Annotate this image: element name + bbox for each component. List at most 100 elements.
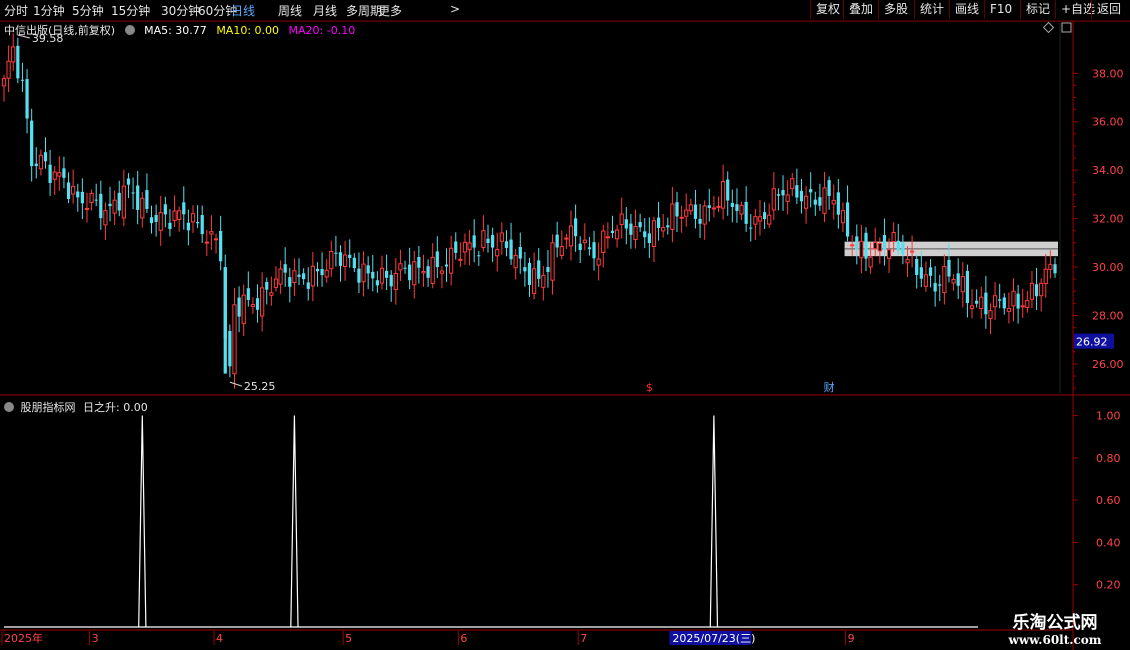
toolbar-button-6[interactable]: 标记 [1020, 0, 1055, 19]
candle-up [564, 237, 569, 240]
event-marker-0: $ [646, 381, 653, 394]
candle-down [182, 202, 186, 215]
candle-down [928, 267, 933, 276]
period-tab-3[interactable]: 15分钟 [111, 2, 150, 19]
candle-up [398, 263, 403, 271]
time-label-0: 2025年 [4, 631, 43, 645]
candle-down [592, 242, 596, 259]
candle-down [16, 45, 20, 79]
candle-down [320, 269, 324, 276]
candle-down [297, 274, 301, 277]
ma20-value: MA20: -0.10 [288, 24, 356, 37]
candle-down [573, 218, 578, 237]
indicator-settings-icon[interactable] [4, 402, 14, 412]
candle-down [195, 222, 200, 224]
toolbar-button-2[interactable]: 多股 [878, 0, 913, 19]
candle-up [822, 187, 827, 214]
candle-up [1, 78, 7, 87]
toolbar-button-5[interactable]: F10 [984, 0, 1017, 19]
watermark-url: www.60lt.com [1008, 633, 1102, 647]
candle-up [361, 263, 366, 283]
candle-down [698, 218, 702, 224]
candle-down [762, 212, 767, 220]
candle-up [241, 294, 246, 325]
candle-up [89, 192, 94, 203]
price-tick-label: 28.00 [1092, 309, 1124, 322]
candle-down [610, 230, 615, 234]
candle-up [582, 239, 587, 244]
kline-chart[interactable]: 38.00 36.00 34.00 32.00 30.00 28.00 26.00 26.92… [0, 0, 1130, 650]
period-tab-10[interactable]: 更多 [378, 2, 402, 19]
candle-up [1039, 282, 1044, 297]
candle-up [458, 258, 463, 261]
chevron-right-icon[interactable]: > [450, 2, 460, 16]
candle-down [246, 288, 250, 300]
candle-up [421, 271, 426, 274]
candle-down [647, 233, 651, 244]
candle-down [154, 214, 158, 222]
period-tab-1[interactable]: 1分钟 [33, 2, 65, 19]
toolbar-button-3[interactable]: 统计 [914, 0, 949, 19]
price-tick-label: 32.00 [1092, 213, 1124, 226]
candle-up [840, 210, 846, 224]
candle-up [158, 212, 163, 231]
candle-up [1025, 300, 1030, 308]
candle-down [366, 265, 370, 274]
candle-up [11, 46, 16, 63]
candle-down [131, 192, 135, 194]
period-tab-4[interactable]: 30分钟 [161, 2, 200, 19]
candle-down [984, 292, 988, 315]
candle-down [149, 217, 154, 224]
candle-down [315, 268, 320, 272]
period-tab-7[interactable]: 周线 [278, 2, 302, 19]
period-tab-6[interactable]: 日线 [231, 2, 255, 19]
candle-down [1034, 284, 1039, 297]
candle-up [767, 214, 772, 225]
candle-down [491, 234, 495, 248]
toolbar-button-0[interactable]: 复权 [810, 0, 845, 19]
signal-spike-2 [709, 415, 719, 628]
toolbar-button-8[interactable]: 返回 [1091, 0, 1126, 19]
candle-up [905, 259, 910, 264]
toolbar-button-1[interactable]: 叠加 [843, 0, 878, 19]
candle-up [969, 305, 975, 309]
candle-up [716, 205, 721, 208]
toolbar-button-4[interactable]: 画线 [949, 0, 984, 19]
time-label-7: 9 [848, 632, 855, 645]
candle-down [435, 251, 439, 268]
candle-up [633, 225, 638, 240]
indicator-tick-label: 0.80 [1096, 452, 1121, 465]
candle-down [656, 217, 661, 229]
period-tab-2[interactable]: 5分钟 [72, 2, 104, 19]
time-label-3: 5 [345, 632, 352, 645]
candle-down [334, 252, 338, 254]
candle-down [20, 79, 25, 81]
candle-up [329, 250, 334, 270]
candle-down [237, 297, 241, 317]
period-tab-0[interactable]: 分时 [4, 2, 28, 19]
candle-up [873, 241, 878, 250]
settings-circle-icon[interactable] [124, 25, 135, 35]
candle-down [168, 222, 172, 229]
price-tick-label: 30.00 [1092, 261, 1124, 274]
candle-down [975, 300, 979, 304]
candle-up [232, 304, 237, 375]
period-tab-9[interactable]: 多周期 [346, 2, 382, 19]
candle-down [693, 204, 698, 219]
candle-down [403, 267, 407, 269]
candle-up [1029, 282, 1035, 300]
candle-down [94, 199, 98, 201]
candle-down [384, 270, 389, 278]
period-tab-8[interactable]: 月线 [313, 2, 337, 19]
candle-up [172, 210, 177, 221]
candle-up [550, 242, 555, 281]
candle-up [462, 241, 468, 253]
candle-down [228, 330, 232, 367]
candle-down [454, 241, 458, 253]
candle-down [845, 202, 850, 237]
candle-up [103, 210, 108, 226]
candle-down [643, 231, 647, 238]
candle-up [84, 207, 90, 210]
candle-up [850, 244, 855, 247]
candle-down [1053, 264, 1057, 274]
